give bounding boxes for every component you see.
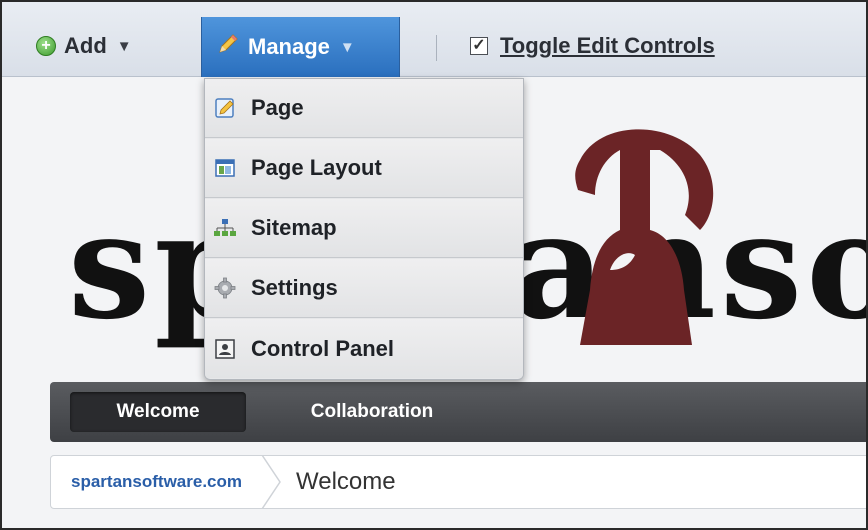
menu-item-label: Page [251,95,304,120]
checkbox-checked-icon[interactable]: ✓ [470,37,488,55]
site-navigation: Welcome Collaboration [50,382,866,442]
menu-item-sitemap[interactable]: Sitemap [205,199,523,258]
add-menu-button[interactable]: + Add ▼ [36,17,132,75]
menu-item-label: Settings [251,275,338,300]
chevron-down-icon: ▼ [339,38,355,56]
breadcrumb-current-page: Welcome [296,468,396,495]
breadcrumb-site-link[interactable]: spartansoftware.com [51,472,260,492]
menu-item-page[interactable]: Page [205,79,523,138]
gear-icon [213,276,237,300]
menu-item-label: Sitemap [251,215,337,240]
page-edit-icon [213,96,237,120]
nav-tab-collaboration[interactable]: Collaboration [288,392,456,432]
toggle-edit-controls[interactable]: ✓ Toggle Edit Controls [470,17,715,75]
pencil-icon [216,32,240,62]
menu-item-settings[interactable]: Settings [205,259,523,318]
menu-item-label: Control Panel [251,335,395,361]
toggle-edit-controls-label[interactable]: Toggle Edit Controls [500,33,715,59]
layout-icon [213,156,237,180]
menu-item-control-panel[interactable]: Control Panel [205,319,523,378]
dockbar-divider [436,35,437,61]
plus-circle-icon: + [36,36,56,56]
menu-item-label: Page Layout [251,155,382,180]
breadcrumb: spartansoftware.com Welcome [50,454,866,510]
manage-label: Manage [248,34,330,59]
portal-page: + Add ▼ Manage ▼ ✓ Toggle Edit Controls … [0,0,868,530]
nav-tab-welcome[interactable]: Welcome [70,392,246,432]
menu-item-page-layout[interactable]: Page Layout [205,139,523,198]
control-panel-icon [213,337,237,361]
manage-dropdown-menu: Page Page Layout Sitemap Settings Contro… [204,78,524,380]
add-label: Add [64,33,107,58]
chevron-down-icon: ▼ [116,37,132,55]
breadcrumb-separator-icon [260,454,284,510]
sitemap-icon [213,216,237,240]
dockbar: + Add ▼ Manage ▼ ✓ Toggle Edit Controls [2,2,866,77]
manage-menu-button[interactable]: Manage ▼ [201,17,400,77]
spartan-helmet-logo [550,120,718,345]
